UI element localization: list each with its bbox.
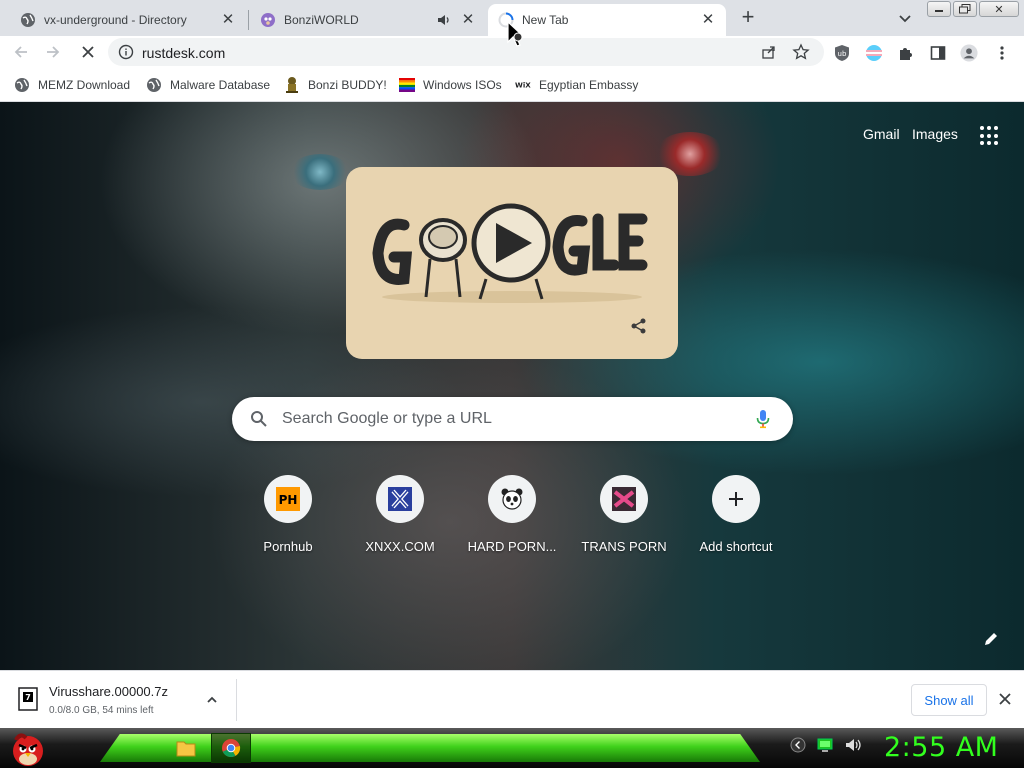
window-controls: ✕: [927, 1, 1019, 17]
tab-search-chevron-icon[interactable]: [895, 8, 915, 28]
tab-close-icon[interactable]: ✕: [220, 12, 236, 28]
volume-icon[interactable]: [844, 736, 862, 759]
bookmark-memz-download[interactable]: MEMZ Download: [14, 76, 130, 94]
shortcut-pornhub[interactable]: PH Pornhub: [232, 475, 344, 565]
rainbow-flag-icon: [399, 77, 415, 93]
svg-text:PH: PH: [279, 493, 298, 507]
shortcut-xnxx[interactable]: XNXX.COM: [344, 475, 456, 565]
search-box[interactable]: [232, 397, 793, 441]
taskbar-clock[interactable]: 2:55 AM: [884, 732, 998, 763]
back-button[interactable]: [9, 40, 33, 64]
bookmark-star-icon[interactable]: [792, 43, 810, 66]
forward-button[interactable]: [41, 40, 65, 64]
bookmarks-bar: MEMZ Download Malware Database Bonzi BUD…: [0, 68, 1024, 102]
search-icon: [250, 410, 268, 433]
bookmark-label: Malware Database: [170, 78, 271, 92]
tab-close-icon[interactable]: ✕: [460, 12, 476, 28]
extensions-puzzle-icon[interactable]: [897, 44, 915, 62]
bonzi-icon: [260, 12, 276, 28]
restore-button[interactable]: [953, 1, 977, 17]
globe-icon: [14, 77, 30, 93]
ph-icon: PH: [264, 475, 312, 523]
globe-icon: [146, 77, 162, 93]
pink-icon: [600, 475, 648, 523]
tab-title: vx-underground - Directory: [44, 13, 187, 27]
images-link[interactable]: Images: [912, 126, 958, 142]
tab-close-icon[interactable]: ✕: [700, 12, 716, 28]
bookmark-label: Bonzi BUDDY!: [308, 78, 387, 92]
voice-search-mic-icon[interactable]: [756, 409, 770, 434]
panda-icon: [488, 475, 536, 523]
mouse-cursor-icon: [506, 20, 528, 48]
tab-vx-underground[interactable]: vx-underground - Directory ✕: [10, 4, 246, 36]
site-info-icon[interactable]: [118, 44, 134, 60]
show-all-button[interactable]: Show all: [911, 684, 987, 716]
bookmark-bonzi-buddy[interactable]: Bonzi BUDDY!: [284, 76, 387, 94]
archive-file-icon: 7: [17, 687, 39, 711]
trans-flag-extension-icon[interactable]: [865, 44, 883, 62]
download-filename[interactable]: Virusshare.00000.7z: [49, 684, 168, 699]
tab-separator: [248, 10, 249, 30]
gmail-link[interactable]: Gmail: [863, 126, 900, 142]
tab-bonziworld[interactable]: BonziWORLD ✕: [250, 4, 486, 36]
bookmark-malware-database[interactable]: Malware Database: [146, 76, 270, 94]
ublock-icon[interactable]: ub: [833, 44, 851, 62]
minimize-button[interactable]: [927, 1, 951, 17]
angry-bird-start-button[interactable]: [8, 730, 48, 768]
wix-icon: WiX: [515, 77, 531, 93]
svg-text:ub: ub: [838, 50, 847, 58]
bookmark-windows-isos[interactable]: Windows ISOs: [399, 76, 502, 94]
shortcut-trans-porn[interactable]: TRANS PORN: [568, 475, 680, 565]
side-panel-icon[interactable]: [929, 44, 947, 62]
shortcut-label: TRANS PORN: [581, 539, 667, 554]
shortcut-label: Pornhub: [263, 539, 313, 554]
more-menu-icon[interactable]: [993, 44, 1011, 62]
google-doodle[interactable]: [346, 167, 678, 359]
bookmark-label: Egyptian Embassy: [539, 78, 639, 92]
share-icon[interactable]: [761, 44, 777, 65]
customize-pencil-icon[interactable]: [982, 630, 1002, 650]
x-icon: [376, 475, 424, 523]
tab-title: New Tab: [522, 13, 569, 27]
show-hidden-icons-icon[interactable]: [790, 736, 806, 759]
new-tab-page: Gmail Images Search Google or type a URL…: [0, 102, 1024, 670]
bonzi-buddy-icon: [284, 77, 300, 93]
plus-icon: [712, 475, 760, 523]
globe-icon: [20, 12, 36, 28]
shortcut-hard-porn[interactable]: HARD PORN...: [456, 475, 568, 565]
profile-avatar-icon[interactable]: [960, 44, 978, 62]
bookmark-egyptian-embassy[interactable]: WiX Egyptian Embassy: [515, 76, 638, 94]
chrome-taskbar-icon[interactable]: [211, 733, 251, 763]
background-left-eye: [290, 154, 350, 190]
taskbar: 2:55 AM: [0, 728, 1024, 768]
doodle-share-icon[interactable]: [630, 317, 648, 335]
stop-loading-button[interactable]: [76, 40, 100, 64]
window-close-button[interactable]: ✕: [979, 1, 1019, 17]
speaker-icon[interactable]: [436, 12, 452, 28]
network-icon[interactable]: [816, 736, 834, 759]
download-separator: [236, 679, 237, 721]
close-download-shelf-icon[interactable]: [997, 691, 1015, 709]
chevron-up-icon[interactable]: [205, 693, 219, 707]
download-status: 0.0/8.0 GB, 54 mins left: [49, 705, 154, 716]
tab-title: BonziWORLD: [284, 13, 359, 27]
google-apps-icon[interactable]: [980, 126, 1000, 146]
svg-text:7: 7: [25, 693, 31, 702]
system-tray: [790, 736, 862, 759]
shortcut-label: Add shortcut: [699, 539, 773, 554]
shortcut-label: HARD PORN...: [467, 539, 557, 554]
download-shelf: 7 Virusshare.00000.7z 0.0/8.0 GB, 54 min…: [0, 670, 1024, 728]
search-input[interactable]: [282, 407, 742, 431]
add-shortcut-button[interactable]: Add shortcut: [680, 475, 792, 565]
address-bar[interactable]: rustdesk.com: [108, 38, 824, 66]
new-tab-button[interactable]: +: [736, 6, 760, 30]
shortcut-label: XNXX.COM: [365, 539, 435, 554]
url-text[interactable]: rustdesk.com: [142, 45, 225, 61]
svg-text:WiX: WiX: [515, 81, 531, 90]
bookmark-label: Windows ISOs: [423, 78, 502, 92]
file-explorer-taskbar-icon[interactable]: [166, 733, 206, 763]
bookmark-label: MEMZ Download: [38, 78, 131, 92]
